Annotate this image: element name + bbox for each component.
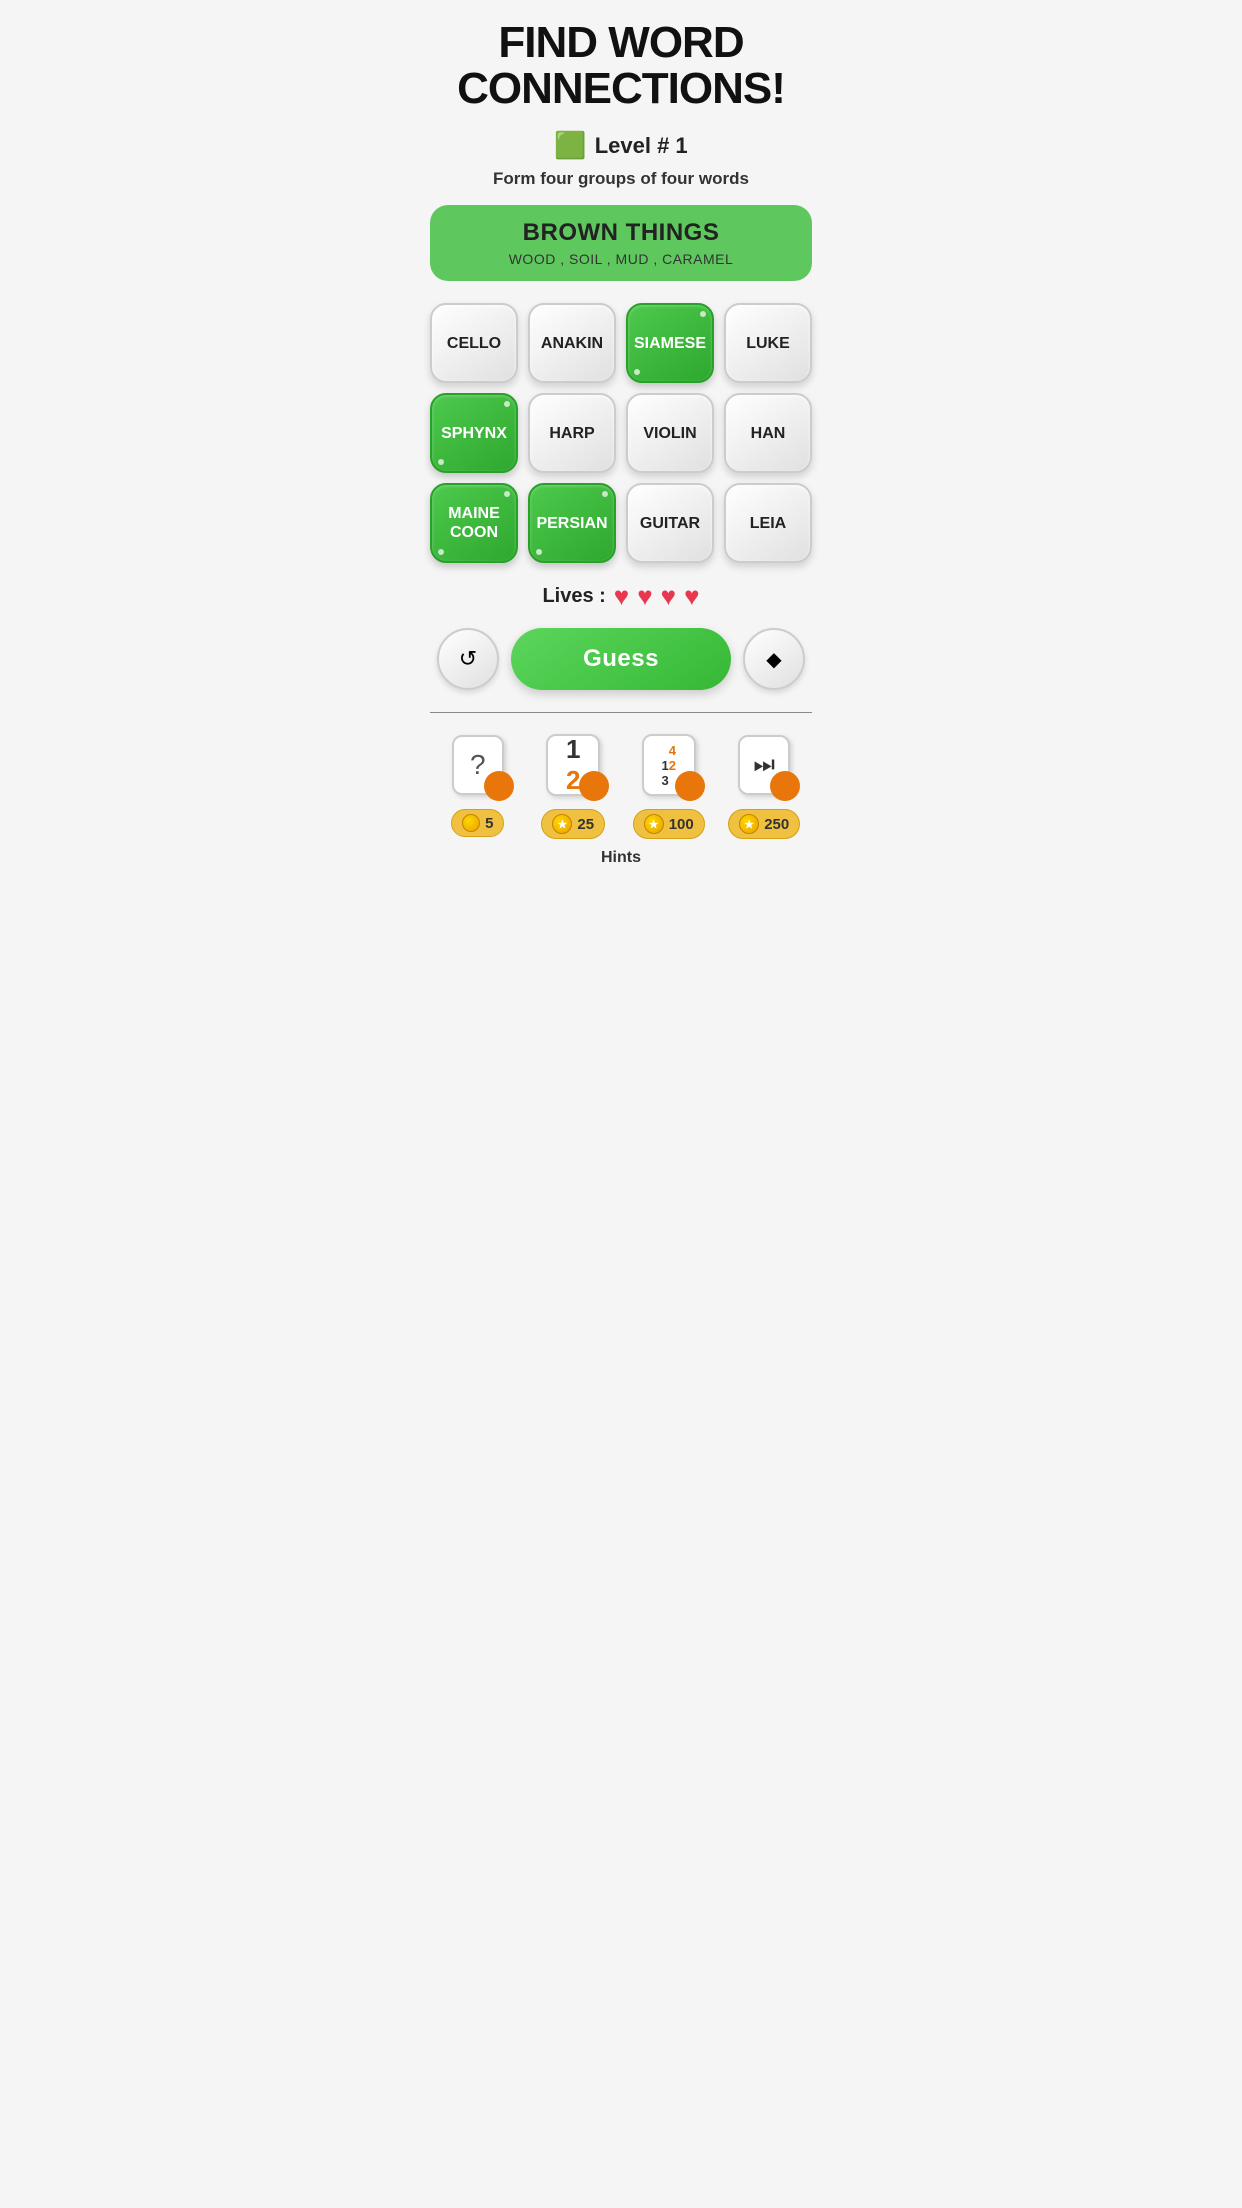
hint-numbers1234[interactable]: 4 1 2 3 ★ 100 (633, 729, 705, 839)
hint-numbers12-icon-wrapper: 12 (537, 729, 609, 801)
hint-skip-badge (770, 771, 800, 801)
hint-numbers12[interactable]: 12 ★ 25 (537, 729, 609, 839)
hint-question-icon-wrapper: ? (442, 729, 514, 801)
erase-button[interactable]: ◆ (743, 628, 805, 690)
subtitle: Form four groups of four words (493, 169, 749, 189)
hint-numbers1234-cost: ★ 100 (633, 809, 705, 839)
coin-icon-1 (462, 814, 480, 832)
hint-skip-icon-wrapper: ⏭ (728, 729, 800, 801)
hints-section: ? 5 12 ★ 25 (430, 712, 812, 867)
tile-harp[interactable]: HARP (528, 393, 616, 473)
coin-icon-2: ★ (552, 814, 572, 834)
lives-label: Lives : (542, 585, 605, 608)
hint-numbers1234-cost-label: 100 (669, 816, 694, 833)
heart-1: ♥ (614, 581, 629, 612)
hint-skip-cost-label: 250 (764, 816, 789, 833)
tile-han[interactable]: HAN (724, 393, 812, 473)
erase-icon: ◆ (766, 647, 781, 672)
word-grid: CELLO ANAKIN SIAMESE LUKE SPHYNX HARP VI… (430, 303, 812, 563)
tile-maine-coon[interactable]: MAINECOON (430, 483, 518, 563)
heart-3: ♥ (661, 581, 676, 612)
num-1: 1 (661, 758, 668, 773)
lives-row: Lives : ♥ ♥ ♥ ♥ (542, 581, 699, 612)
skip-icon: ⏭ (753, 751, 775, 779)
hint-skip-cost: ★ 250 (728, 809, 800, 839)
tile-persian[interactable]: PERSIAN (528, 483, 616, 563)
question-mark-icon: ? (470, 749, 486, 781)
coin-icon-3: ★ (644, 814, 664, 834)
tile-leia[interactable]: LEIA (724, 483, 812, 563)
coin-icon-4: ★ (739, 814, 759, 834)
hint-numbers1234-icon-wrapper: 4 1 2 3 (633, 729, 705, 801)
num-4: 4 (669, 743, 676, 758)
hint-question-cost: 5 (451, 809, 504, 837)
hint-numbers12-cost-label: 25 (577, 816, 594, 833)
num-3: 3 (661, 773, 668, 788)
tile-anakin[interactable]: ANAKIN (528, 303, 616, 383)
hint-question-badge (484, 771, 514, 801)
main-title: FIND WORD CONNECTIONS! (457, 20, 785, 112)
category-words: WOOD , SOIL , MUD , CARAMEL (448, 251, 794, 267)
shuffle-button[interactable]: ↺ (437, 628, 499, 690)
hint-question[interactable]: ? 5 (442, 729, 514, 839)
category-name: BROWN THINGS (448, 219, 794, 247)
guess-button[interactable]: Guess (511, 628, 731, 690)
tile-cello[interactable]: CELLO (430, 303, 518, 383)
hints-items: ? 5 12 ★ 25 (430, 729, 812, 839)
hint-numbers12-badge (579, 771, 609, 801)
heart-2: ♥ (637, 581, 652, 612)
level-icon: 🟩 (554, 130, 586, 161)
num-2: 2 (669, 758, 676, 773)
tile-siamese[interactable]: SIAMESE (626, 303, 714, 383)
tile-violin[interactable]: VIOLIN (626, 393, 714, 473)
hint-question-cost-label: 5 (485, 815, 493, 832)
hint-skip[interactable]: ⏭ ★ 250 (728, 729, 800, 839)
tile-sphynx[interactable]: SPHYNX (430, 393, 518, 473)
level-label: Level # 1 (595, 133, 688, 159)
action-row: ↺ Guess ◆ (430, 628, 812, 690)
shuffle-icon: ↺ (459, 646, 477, 672)
tile-luke[interactable]: LUKE (724, 303, 812, 383)
level-row: 🟩 Level # 1 (554, 130, 687, 161)
heart-4: ♥ (684, 581, 699, 612)
hint-numbers12-cost: ★ 25 (541, 809, 605, 839)
category-banner: BROWN THINGS WOOD , SOIL , MUD , CARAMEL (430, 205, 812, 281)
hints-label: Hints (430, 849, 812, 867)
hint-numbers1234-badge (675, 771, 705, 801)
tile-guitar[interactable]: GUITAR (626, 483, 714, 563)
app-container: FIND WORD CONNECTIONS! 🟩 Level # 1 Form … (414, 0, 828, 877)
